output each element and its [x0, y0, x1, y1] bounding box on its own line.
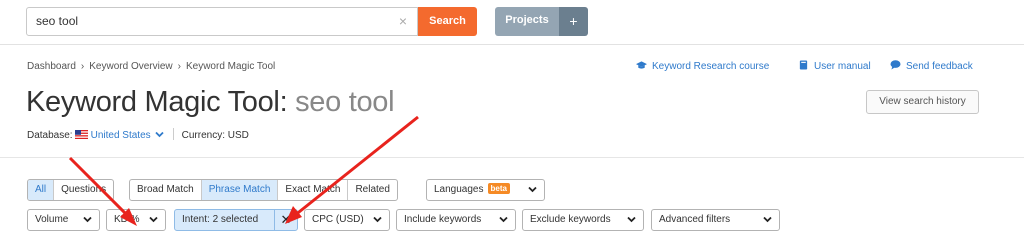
- page-title-tool: Keyword Magic Tool:: [26, 86, 288, 118]
- projects-button[interactable]: Projects: [495, 7, 559, 36]
- chevron-down-icon: [763, 216, 772, 223]
- header-divider: [0, 44, 1024, 45]
- languages-label: Languages: [434, 184, 484, 195]
- annotation-arrow-intent: [285, 115, 419, 224]
- database-label: Database:: [27, 130, 73, 141]
- cpc-filter-dropdown[interactable]: CPC (USD): [304, 209, 390, 231]
- breadcrumb-keyword-magic-tool: Keyword Magic Tool: [185, 61, 276, 72]
- speech-bubble-icon: [890, 60, 901, 70]
- database-separator: [172, 128, 174, 140]
- languages-dropdown[interactable]: Languages beta: [426, 179, 545, 201]
- page-title-query: seo tool: [295, 86, 395, 118]
- breadcrumb-separator: ›: [80, 61, 85, 72]
- chevron-down-icon: [499, 216, 508, 223]
- breadcrumb-dashboard[interactable]: Dashboard: [27, 61, 76, 72]
- search-button[interactable]: Search: [418, 7, 477, 36]
- user-manual-label: User manual: [814, 61, 871, 72]
- view-search-history-button[interactable]: View search history: [866, 90, 979, 114]
- tab-related[interactable]: Related: [348, 180, 396, 200]
- chevron-down-icon: [155, 131, 164, 138]
- intent-filter-label: Intent: 2 selected: [182, 214, 259, 225]
- send-feedback-link[interactable]: Send feedback: [890, 60, 973, 72]
- add-project-button[interactable]: +: [559, 7, 588, 36]
- chevron-down-icon: [528, 186, 537, 193]
- tab-exact-match[interactable]: Exact Match: [278, 180, 349, 200]
- cpc-filter-label: CPC (USD): [312, 214, 364, 225]
- page-title: Keyword Magic Tool: seo tool: [26, 86, 395, 119]
- include-keywords-label: Include keywords: [404, 214, 482, 225]
- keyword-research-course-label: Keyword Research course: [652, 61, 770, 72]
- question-filter-group: All Questions: [27, 179, 115, 201]
- database-row: Database: United States Currency: USD: [27, 128, 249, 141]
- database-country-label: United States: [90, 130, 151, 141]
- kd-filter-dropdown[interactable]: KD %: [106, 209, 166, 231]
- us-flag-icon: [74, 130, 88, 139]
- book-icon: [799, 60, 808, 70]
- exclude-keywords-label: Exclude keywords: [530, 214, 611, 225]
- beta-badge: beta: [487, 183, 510, 194]
- search-input[interactable]: seo tool: [26, 7, 418, 36]
- tab-phrase-match[interactable]: Phrase Match: [201, 180, 279, 200]
- volume-filter-label: Volume: [35, 214, 69, 225]
- breadcrumb-separator: ›: [177, 61, 181, 72]
- advanced-filters-label: Advanced filters: [659, 214, 731, 225]
- volume-filter-dropdown[interactable]: Volume: [27, 209, 100, 231]
- database-country-dropdown[interactable]: United States: [91, 130, 164, 141]
- breadcrumb-keyword-overview[interactable]: Keyword Overview: [89, 61, 172, 72]
- chevron-down-icon: [83, 216, 92, 223]
- tab-all[interactable]: All: [28, 180, 55, 200]
- send-feedback-label: Send feedback: [906, 61, 973, 72]
- match-type-group: Broad Match Phrase Match Exact Match Rel…: [129, 179, 398, 201]
- section-divider: [0, 157, 1024, 158]
- tab-questions[interactable]: Questions: [54, 180, 113, 200]
- clear-search-icon[interactable]: ×: [396, 13, 410, 29]
- intent-filter-dropdown[interactable]: Intent: 2 selected: [174, 209, 275, 231]
- clear-intent-filter-button[interactable]: ✕: [274, 209, 298, 231]
- keyword-research-course-link[interactable]: Keyword Research course: [636, 60, 769, 72]
- tab-broad-match[interactable]: Broad Match: [130, 180, 202, 200]
- chevron-down-icon: [373, 216, 382, 223]
- kd-filter-label: KD %: [114, 214, 140, 225]
- chevron-down-icon: [627, 216, 636, 223]
- include-keywords-dropdown[interactable]: Include keywords: [396, 209, 516, 231]
- currency-label: Currency: USD: [181, 130, 249, 141]
- graduation-cap-icon: [636, 61, 647, 69]
- chevron-down-icon: [149, 216, 158, 223]
- advanced-filters-dropdown[interactable]: Advanced filters: [651, 209, 780, 231]
- exclude-keywords-dropdown[interactable]: Exclude keywords: [522, 209, 644, 231]
- breadcrumb: Dashboard › Keyword Overview › Keyword Magic…: [27, 61, 275, 72]
- user-manual-link[interactable]: User manual: [798, 60, 871, 72]
